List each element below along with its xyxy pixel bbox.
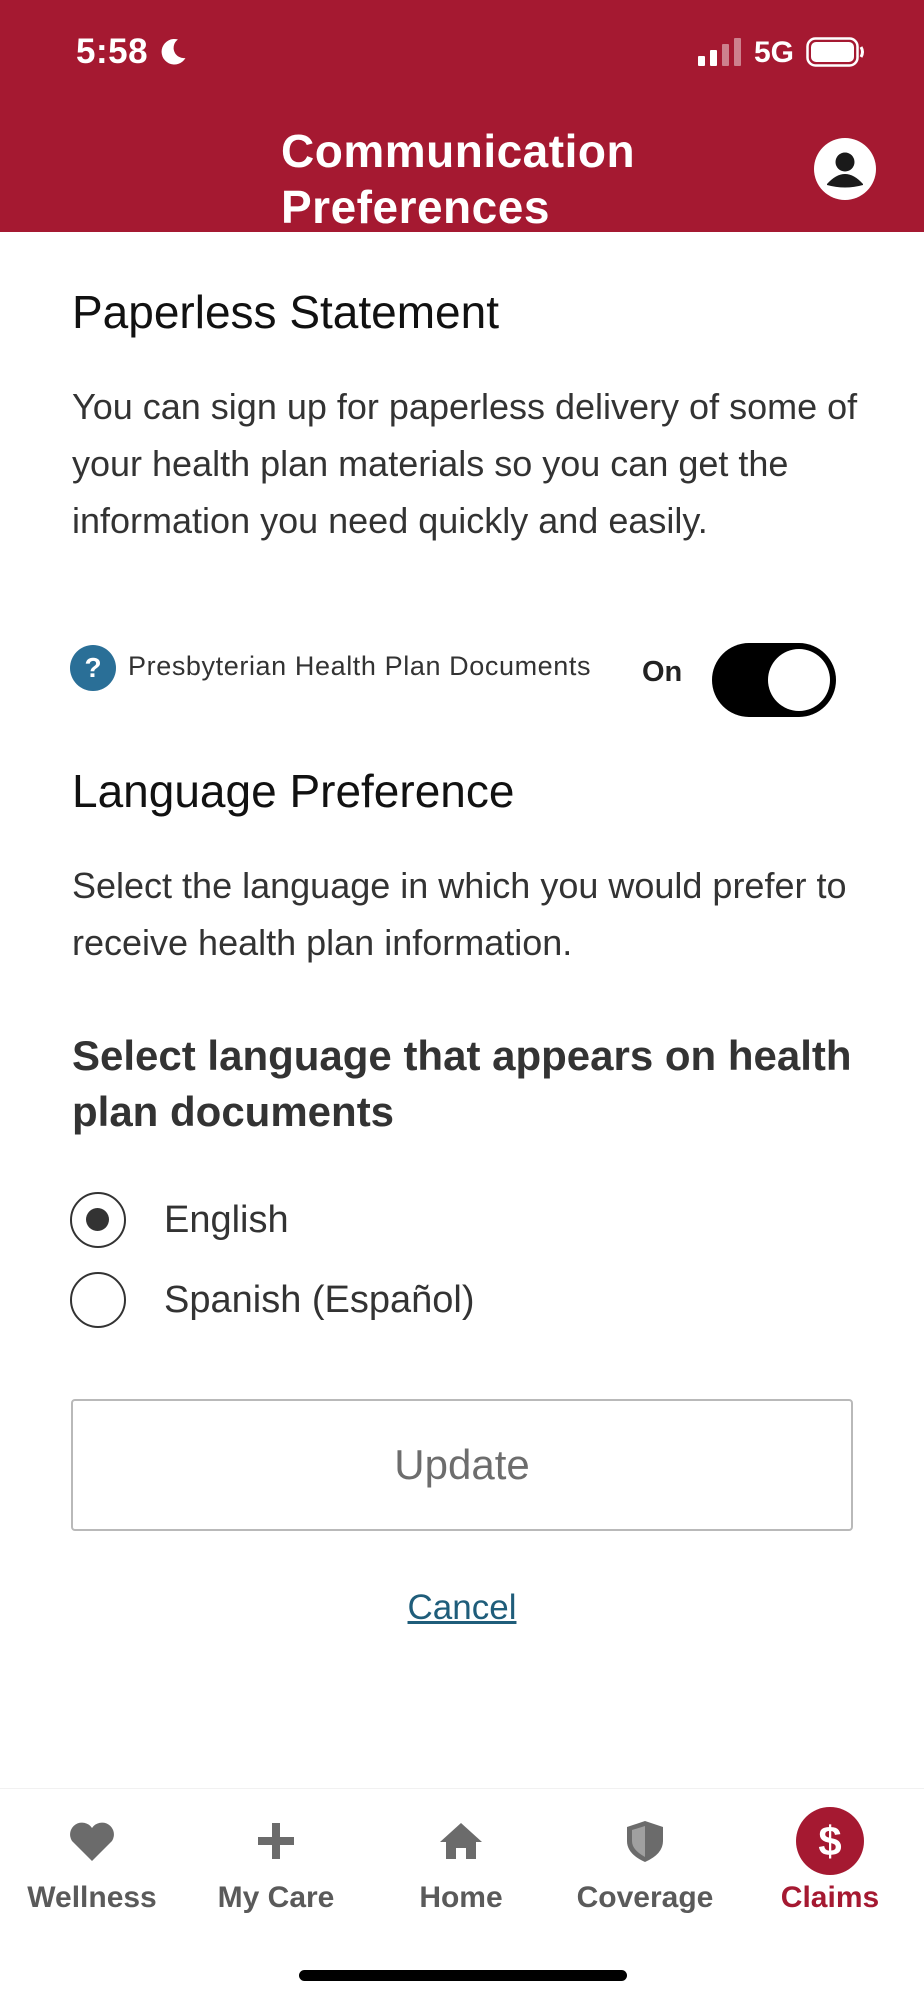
toggle-state-label: On: [642, 656, 683, 688]
paperless-heading: Paperless Statement: [72, 286, 500, 338]
tab-label-coverage: Coverage: [576, 1881, 714, 1914]
signal-strength-icon: [698, 38, 741, 66]
update-button[interactable]: Update: [71, 1399, 853, 1531]
page-title-line2: Preferences: [281, 181, 550, 233]
bottom-tab-bar: Wellness My Care Home Coverage $ Claims: [0, 1788, 924, 2000]
home-indicator[interactable]: [299, 1970, 627, 1981]
dollar-icon: $: [796, 1807, 864, 1875]
paperless-toggle[interactable]: [712, 643, 836, 717]
tab-claims[interactable]: $ Claims: [738, 1807, 922, 1949]
language-option-english[interactable]: English: [70, 1191, 289, 1249]
profile-avatar-icon[interactable]: [814, 138, 876, 200]
radio-label-english: English: [164, 1198, 289, 1241]
tab-my-care[interactable]: My Care: [184, 1809, 368, 1949]
language-option-spanish[interactable]: Spanish (Español): [70, 1271, 475, 1329]
plus-icon: [258, 1823, 294, 1859]
page-title: Communication Preferences: [281, 123, 635, 235]
tab-label-home: Home: [419, 1881, 503, 1914]
battery-icon: [806, 37, 864, 67]
paperless-document-row: ? Presbyterian Health Plan Documents On: [70, 643, 840, 719]
document-label: Presbyterian Health Plan Documents: [128, 651, 592, 681]
status-bar: 5:58 5G: [0, 0, 924, 110]
page-title-line1: Communication: [281, 125, 636, 177]
tab-coverage[interactable]: Coverage: [553, 1809, 737, 1949]
tab-home[interactable]: Home: [369, 1809, 553, 1949]
toggle-knob: [768, 649, 830, 711]
app-header: 5:58 5G Communication Preferences: [0, 0, 924, 235]
heart-icon: [70, 1822, 114, 1861]
tab-wellness[interactable]: Wellness: [0, 1809, 184, 1949]
tab-label-my-care: My Care: [217, 1881, 335, 1914]
tab-label-claims: Claims: [780, 1881, 880, 1914]
status-time: 5:58: [76, 32, 190, 72]
radio-spanish[interactable]: [70, 1272, 126, 1328]
home-icon: [440, 1823, 482, 1859]
language-description: Select the language in which you would p…: [72, 865, 847, 963]
help-icon[interactable]: ?: [70, 645, 116, 691]
radio-label-spanish: Spanish (Español): [164, 1278, 475, 1321]
language-heading: Language Preference: [72, 765, 515, 817]
radio-english[interactable]: [70, 1192, 126, 1248]
cancel-link[interactable]: Cancel: [0, 1588, 924, 1628]
language-select-heading: Select language that appears on health p…: [72, 1032, 852, 1135]
network-type: 5G: [754, 36, 795, 69]
tab-label-wellness: Wellness: [27, 1881, 157, 1914]
status-time-text: 5:58: [76, 32, 149, 71]
moon-icon: [161, 39, 186, 65]
paperless-description: You can sign up for paperless delivery o…: [72, 386, 858, 541]
svg-text:$: $: [818, 1817, 841, 1864]
shield-icon: [627, 1821, 663, 1862]
svg-text:?: ?: [84, 652, 101, 683]
